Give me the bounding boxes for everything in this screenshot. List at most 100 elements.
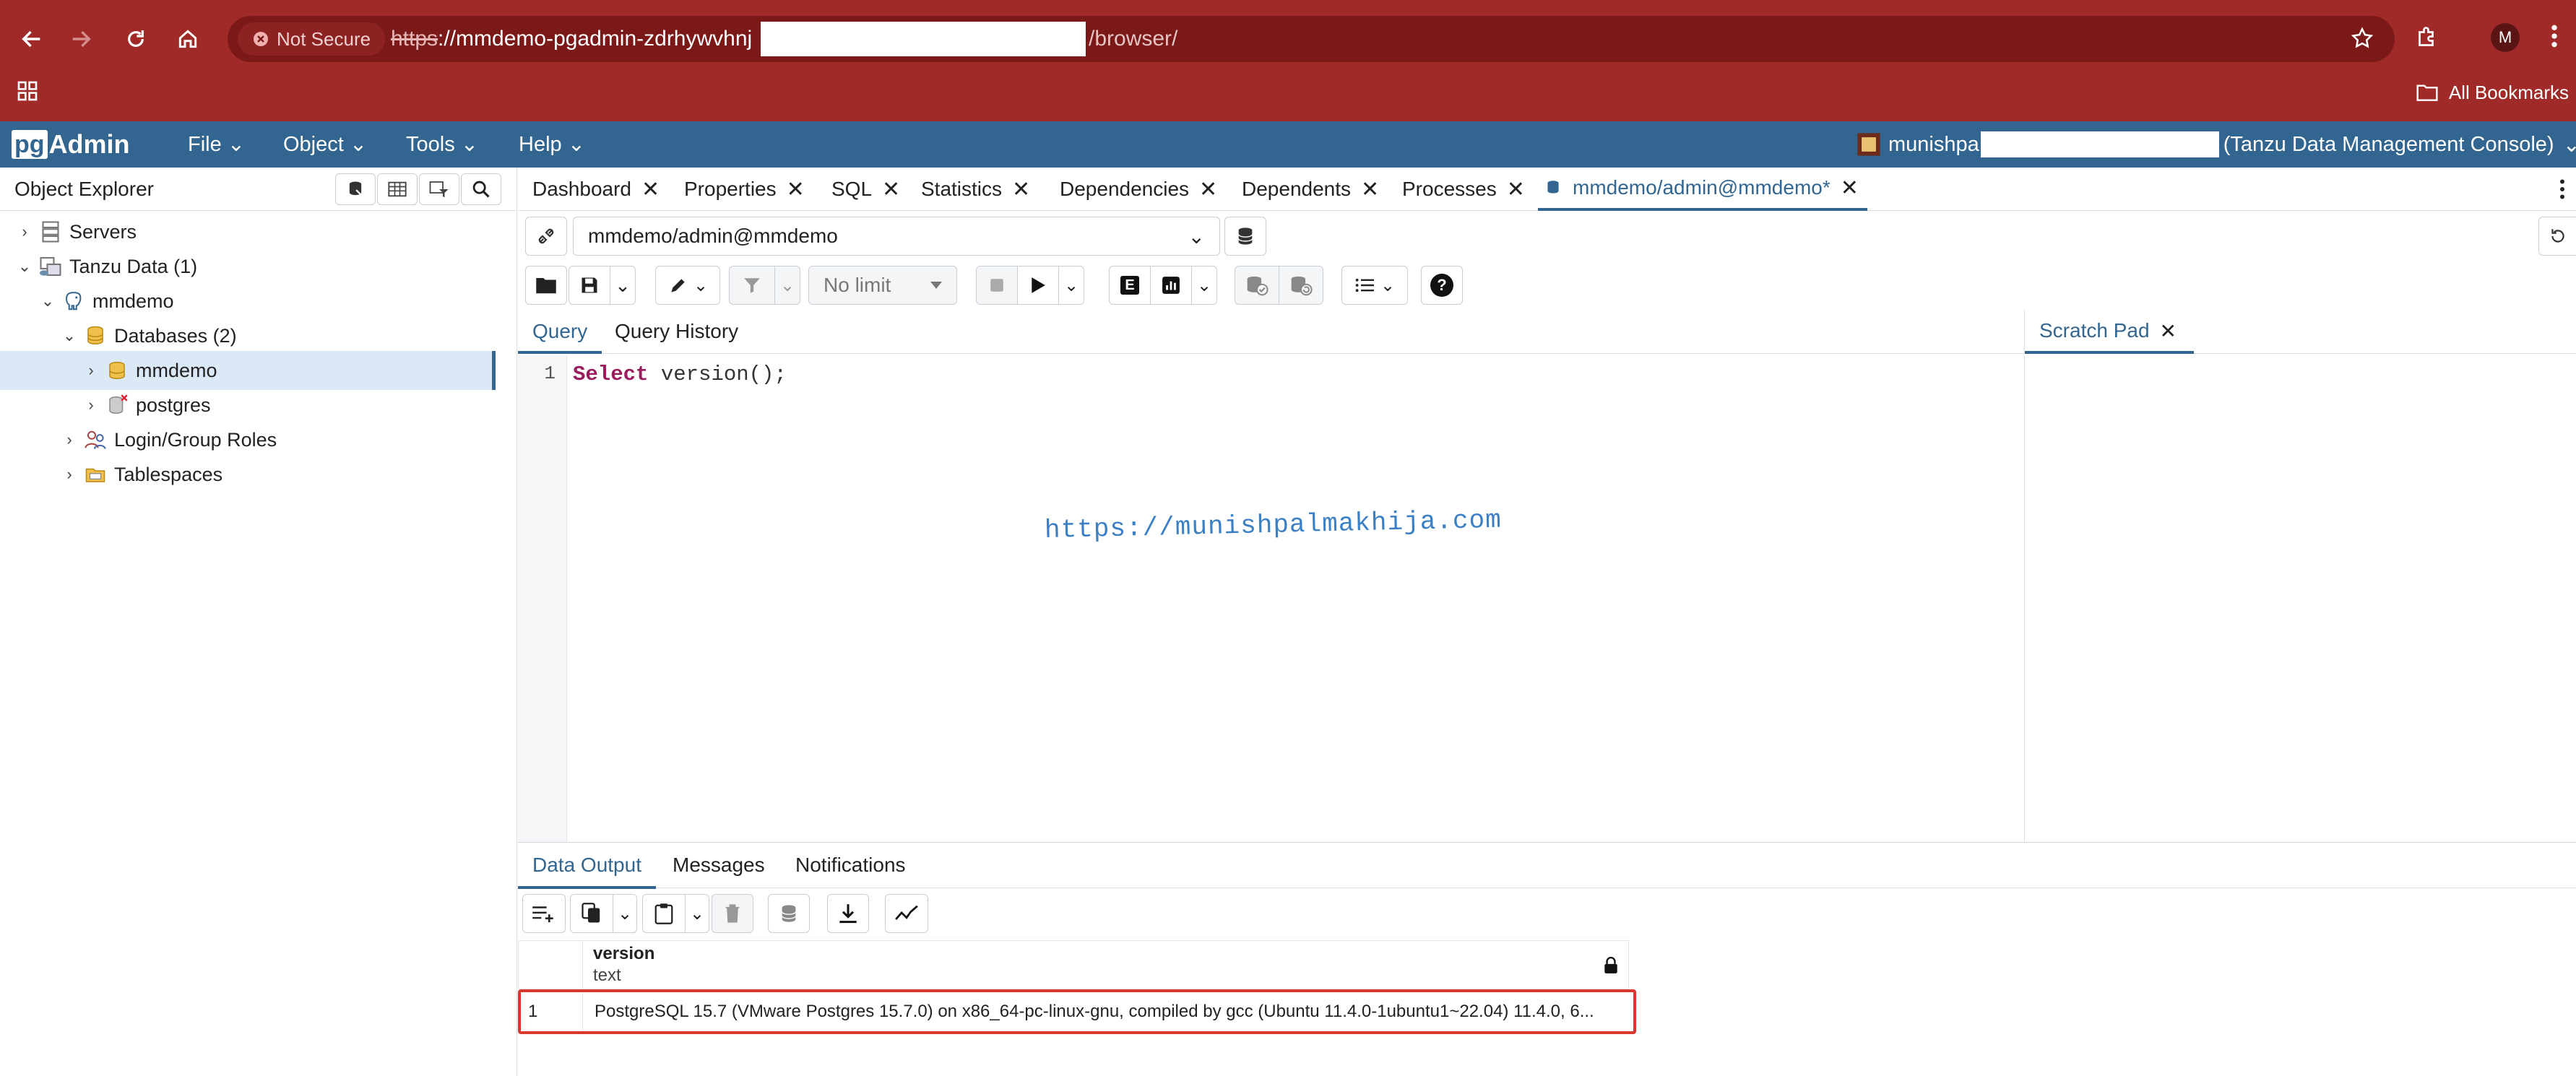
tab-data-output[interactable]: Data Output	[518, 843, 656, 889]
new-connection-icon[interactable]	[1224, 217, 1266, 256]
tab-dependencies[interactable]: Dependencies ✕	[1060, 168, 1217, 211]
tab-messages[interactable]: Messages	[673, 843, 765, 889]
user-menu[interactable]: munishpa (Tanzu Data Management Console)…	[1857, 121, 2576, 168]
tab-scratch-pad[interactable]: Scratch Pad ✕	[2025, 311, 2194, 354]
star-icon[interactable]	[2350, 26, 2374, 51]
apps-grid-icon[interactable]	[16, 79, 39, 103]
close-icon[interactable]: ✕	[1012, 177, 1030, 202]
tree-node-servers[interactable]: › Servers	[14, 215, 137, 248]
save-dropdown-icon[interactable]: ⌄	[610, 266, 636, 305]
copy-dropdown-icon[interactable]: ⌄	[613, 894, 637, 933]
all-bookmarks[interactable]: All Bookmarks	[2416, 72, 2569, 113]
close-icon[interactable]: ✕	[1199, 177, 1217, 202]
tab-query[interactable]: Query	[518, 311, 602, 354]
tab-processes[interactable]: Processes ✕	[1402, 168, 1525, 211]
delete-icon[interactable]	[712, 894, 753, 933]
close-icon[interactable]: ✕	[1841, 175, 1859, 201]
query-tool-icon[interactable]	[335, 173, 376, 205]
tree-node-mmdemo-db[interactable]: › mmdemo	[81, 354, 217, 387]
edit-dropdown[interactable]: ⌄	[655, 266, 720, 305]
kebab-menu-icon[interactable]	[2550, 22, 2559, 51]
execute-icon[interactable]	[1017, 266, 1059, 305]
scratch-pad-area[interactable]	[2024, 355, 2576, 842]
chevron-down-icon: ⌄	[1380, 275, 1396, 295]
search-icon[interactable]	[461, 173, 501, 205]
tab-dependents[interactable]: Dependents ✕	[1242, 168, 1379, 211]
refresh-icon[interactable]	[2538, 217, 2576, 256]
query-subtab-bar: Query Query History	[518, 311, 2024, 354]
tree-node-label: Login/Group Roles	[114, 428, 277, 451]
filtered-rows-icon[interactable]	[419, 173, 459, 205]
tab-notifications[interactable]: Notifications	[795, 843, 906, 889]
tab-sql[interactable]: SQL ✕	[831, 168, 900, 211]
tree-node-databases[interactable]: ⌄ Databases (2)	[59, 319, 237, 352]
filter-icon[interactable]	[729, 266, 775, 305]
back-icon[interactable]	[7, 14, 56, 64]
menu-file[interactable]: File ⌄	[188, 121, 245, 168]
row-limit-select[interactable]: No limit	[808, 266, 957, 305]
close-icon[interactable]: ✕	[2160, 319, 2177, 343]
close-icon[interactable]: ✕	[641, 177, 660, 202]
close-icon[interactable]: ✕	[787, 177, 805, 202]
logo-pg-badge: pg	[12, 130, 48, 159]
tab-properties[interactable]: Properties ✕	[684, 168, 805, 211]
stop-icon[interactable]	[976, 266, 1018, 305]
explain-analyze-icon[interactable]	[1150, 266, 1192, 305]
explain-dropdown-icon[interactable]: ⌄	[1191, 266, 1217, 305]
highlighted-result-row[interactable]: 1 PostgreSQL 15.7 (VMware Postgres 15.7.…	[518, 989, 1636, 1034]
rollback-icon[interactable]	[1279, 266, 1323, 305]
commit-icon[interactable]	[1235, 266, 1279, 305]
tree-node-postgres-db[interactable]: › postgres	[81, 389, 210, 422]
menu-tools[interactable]: Tools ⌄	[406, 121, 478, 168]
tab-label: Properties	[684, 178, 777, 200]
tab-label: SQL	[831, 178, 873, 200]
menu-help[interactable]: Help ⌄	[519, 121, 585, 168]
tab-statistics[interactable]: Statistics ✕	[921, 168, 1030, 211]
paste-dropdown-icon[interactable]: ⌄	[685, 894, 709, 933]
close-icon[interactable]: ✕	[1361, 177, 1379, 202]
result-grid: version text 1 PostgreSQL 15.7 (VMware P…	[518, 940, 1636, 1076]
tree-node-mmdemo-server[interactable]: ⌄ mmdemo	[38, 285, 174, 318]
copy-icon[interactable]	[570, 894, 613, 933]
tree-node-tablespaces[interactable]: › Tablespaces	[59, 458, 222, 491]
profile-avatar[interactable]: M	[2491, 23, 2520, 52]
explain-icon[interactable]: E	[1109, 266, 1151, 305]
save-data-icon[interactable]	[768, 894, 810, 933]
pgadmin-logo[interactable]: pg Admin	[12, 129, 130, 159]
cell-version-value[interactable]: PostgreSQL 15.7 (VMware Postgres 15.7.0)…	[595, 992, 1620, 1031]
close-icon[interactable]: ✕	[882, 177, 900, 202]
execute-dropdown-icon[interactable]: ⌄	[1058, 266, 1084, 305]
open-file-icon[interactable]	[525, 266, 567, 305]
save-icon[interactable]	[569, 266, 610, 305]
tree-node-tanzu-data[interactable]: ⌄ Tanzu Data (1)	[14, 250, 197, 283]
graph-visualiser-icon[interactable]	[885, 894, 928, 933]
tab-query-tool[interactable]: mmdemo/admin@mmdemo* ✕	[1538, 168, 1867, 211]
object-explorer-title: Object Explorer	[14, 178, 154, 200]
folder-icon	[2416, 84, 2438, 101]
column-header-version[interactable]: version text	[583, 940, 1629, 989]
connection-status-icon[interactable]	[525, 217, 567, 256]
close-icon[interactable]: ✕	[1507, 177, 1525, 202]
help-icon[interactable]: ?	[1421, 266, 1463, 305]
add-row-icon[interactable]	[522, 894, 566, 933]
home-icon[interactable]	[163, 14, 212, 64]
reload-icon[interactable]	[111, 14, 160, 64]
url-text[interactable]: https://mmdemo-pgadmin-zdrhywvhnj	[391, 16, 752, 62]
view-data-icon[interactable]	[377, 173, 418, 205]
connection-select[interactable]: mmdemo/admin@mmdemo ⌄	[573, 217, 1220, 256]
menu-object[interactable]: Object ⌄	[283, 121, 367, 168]
forward-icon[interactable]	[56, 14, 105, 64]
tab-dashboard[interactable]: Dashboard ✕	[532, 168, 660, 211]
sql-editor[interactable]: Select version(); https://munishpalmakhi…	[567, 355, 2024, 842]
address-bar[interactable]: Not Secure https://mmdemo-pgadmin-zdrhyw…	[228, 16, 2395, 62]
extensions-icon[interactable]	[2414, 25, 2440, 51]
macros-dropdown[interactable]: ⌄	[1341, 266, 1408, 305]
download-icon[interactable]	[827, 894, 869, 933]
kebab-menu-icon[interactable]	[2559, 176, 2566, 202]
paste-icon[interactable]	[642, 894, 686, 933]
row-number: 1	[521, 992, 583, 1031]
tab-query-history[interactable]: Query History	[615, 311, 738, 354]
filter-dropdown-icon[interactable]: ⌄	[774, 266, 800, 305]
security-badge[interactable]: Not Secure	[238, 22, 385, 56]
tree-node-login-roles[interactable]: › Login/Group Roles	[59, 423, 277, 456]
